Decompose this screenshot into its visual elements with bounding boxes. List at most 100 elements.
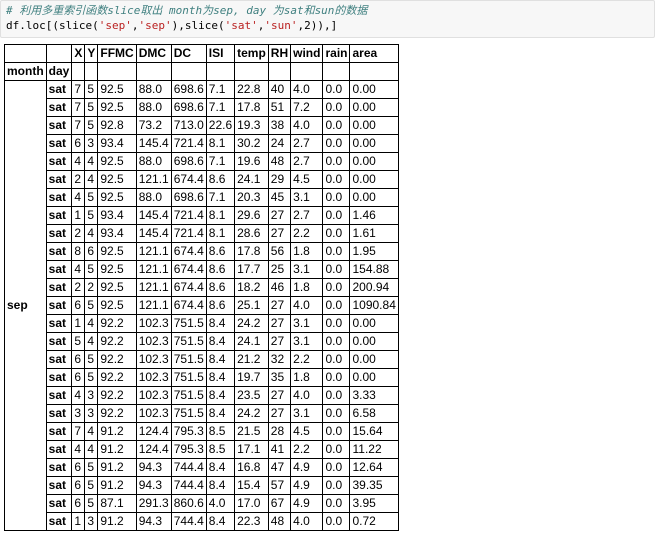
table-cell: 92.2 — [97, 350, 137, 369]
index-day: sat — [45, 170, 73, 189]
table-row: sat 6 5 92.5 121.1 674.4 8.6 25.1 27 4.0 0.0 1090.8… — [5, 296, 399, 315]
table-cell: 4.0 — [290, 512, 324, 531]
table-cell: 4.9 — [290, 494, 324, 513]
index-day: sat — [45, 116, 73, 135]
table-cell: 48 — [267, 152, 292, 171]
table-cell: 0.0 — [322, 260, 351, 279]
table-cell: 8.1 — [205, 134, 236, 153]
table-cell: 6 — [71, 494, 86, 513]
table-cell: 3 — [84, 404, 99, 423]
index-day: sat — [45, 260, 73, 279]
table-cell: 4 — [84, 440, 99, 459]
table-cell: 674.4 — [170, 260, 207, 279]
index-day: sat — [45, 296, 73, 315]
table-cell: 5 — [84, 296, 99, 315]
table-cell: 24.2 — [234, 404, 269, 423]
column-header: wind — [290, 44, 324, 63]
table-cell: 6 — [71, 476, 86, 495]
table-body: sep sat 7 5 92.5 88.0 698.6 7.1 22.8 40 4.0 0.0 0.00… — [4, 80, 399, 531]
index-day: sat — [45, 476, 73, 495]
index-name-row: month day — [4, 62, 399, 81]
table-cell: 698.6 — [170, 80, 207, 99]
table-cell: 1.46 — [349, 206, 399, 225]
table-cell: 102.3 — [135, 386, 172, 405]
table-cell: 2.2 — [290, 224, 324, 243]
table-cell: 8.1 — [205, 224, 236, 243]
table-cell: 47 — [267, 458, 292, 477]
column-header: FFMC — [97, 44, 137, 63]
table-cell: 92.2 — [97, 386, 137, 405]
table-cell: 17.7 — [234, 260, 269, 279]
table-cell: 94.3 — [135, 512, 172, 531]
table-cell: 27 — [267, 206, 292, 225]
table-cell: 5 — [84, 368, 99, 387]
table-cell: 751.5 — [170, 404, 207, 423]
table-cell: 3.1 — [290, 332, 324, 351]
table-cell: 93.4 — [97, 134, 137, 153]
table-row: sat 6 5 91.2 94.3 744.4 8.4 16.8 47 4.9 0.0 12.64 — [5, 458, 399, 477]
table-cell: 5 — [71, 332, 86, 351]
table-cell: 88.0 — [135, 152, 172, 171]
table-cell: 8.5 — [205, 440, 236, 459]
table-cell: 8.4 — [205, 458, 236, 477]
table-cell: 4 — [71, 152, 86, 171]
index-day: sat — [45, 242, 73, 261]
table-cell: 6 — [71, 350, 86, 369]
table-cell: 0.00 — [349, 152, 399, 171]
table-cell: 23.5 — [234, 386, 269, 405]
table-cell: 1.8 — [290, 242, 324, 261]
table-cell: 3 — [84, 512, 99, 531]
table-cell: 1.61 — [349, 224, 399, 243]
table-cell: 121.1 — [135, 242, 172, 261]
table-cell: 7.1 — [205, 80, 236, 99]
table-cell: 88.0 — [135, 98, 172, 117]
index-day: sat — [45, 278, 73, 297]
table-cell: 25.1 — [234, 296, 269, 315]
table-cell: 5 — [84, 458, 99, 477]
table-cell: 39.35 — [349, 476, 399, 495]
table-cell: 4.9 — [290, 458, 324, 477]
table-cell: 91.2 — [97, 476, 137, 495]
table-cell: 8.4 — [205, 368, 236, 387]
table-cell: 73.2 — [135, 116, 172, 135]
table-cell: 4 — [84, 314, 99, 333]
table-cell: 121.1 — [135, 170, 172, 189]
table-row: sat 1 5 93.4 145.4 721.4 8.1 29.6 27 2.7 0.0 1.46 — [5, 206, 399, 225]
table-cell: 19.6 — [234, 152, 269, 171]
table-cell: 8.6 — [205, 170, 236, 189]
index-day: sat — [45, 80, 73, 99]
table-cell: 94.3 — [135, 476, 172, 495]
table-cell: 0.00 — [349, 170, 399, 189]
table-cell: 8.4 — [205, 314, 236, 333]
table-cell: 22.3 — [234, 512, 269, 531]
header-blank — [4, 44, 47, 63]
table-cell: 8.4 — [205, 350, 236, 369]
table-cell: 0.0 — [322, 206, 351, 225]
table-cell: 3.1 — [290, 188, 324, 207]
table-cell: 12.64 — [349, 458, 399, 477]
table-cell: 674.4 — [170, 170, 207, 189]
table-row: sat 8 6 92.5 121.1 674.4 8.6 17.8 56 1.8 0.0 1.95 — [5, 242, 399, 261]
index-day: sat — [45, 512, 73, 531]
table-cell: 91.2 — [97, 422, 137, 441]
table-cell: 27 — [267, 332, 292, 351]
table-cell: 67 — [267, 494, 292, 513]
index-day: sat — [45, 188, 73, 207]
table-cell: 0.0 — [322, 116, 351, 135]
table-cell: 27 — [267, 386, 292, 405]
table-cell: 92.2 — [97, 314, 137, 333]
table-cell: 4 — [84, 422, 99, 441]
table-cell: 4.0 — [290, 296, 324, 315]
index-day: sat — [45, 134, 73, 153]
table-cell: 0.0 — [322, 440, 351, 459]
code-cell[interactable]: # 利用多重索引函数slice取出 month为sep, day 为sat和su… — [0, 0, 655, 38]
table-cell: 0.0 — [322, 404, 351, 423]
table-cell: 3.1 — [290, 404, 324, 423]
table-cell: 102.3 — [135, 332, 172, 351]
table-cell: 3 — [84, 134, 99, 153]
column-header: X — [71, 44, 86, 63]
table-row: sat 4 4 91.2 124.4 795.3 8.5 17.1 41 2.2 0.0 11.22 — [5, 440, 399, 459]
table-cell: 15.4 — [234, 476, 269, 495]
table-cell: 5 — [84, 98, 99, 117]
table-cell: 5 — [84, 350, 99, 369]
